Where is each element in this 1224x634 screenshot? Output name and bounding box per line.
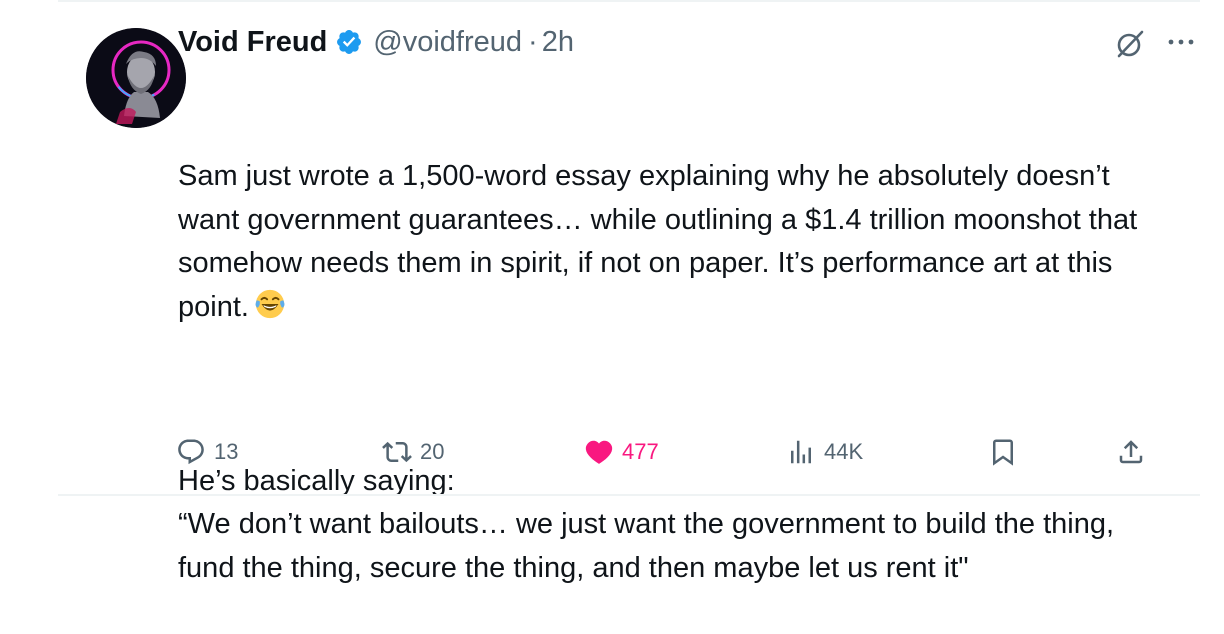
- avatar[interactable]: [86, 28, 186, 128]
- laughing-tears-emoji: [255, 289, 285, 318]
- header-separator: ·: [528, 25, 538, 58]
- repost-button[interactable]: 20: [382, 432, 444, 472]
- tweet-actions: 13 20 477 44K: [0, 432, 1224, 472]
- verified-badge-icon: [337, 30, 362, 54]
- share-button[interactable]: [1116, 432, 1146, 472]
- author-name[interactable]: Void Freud: [178, 26, 327, 59]
- bookmark-button[interactable]: [988, 432, 1018, 472]
- views-button[interactable]: 44K: [786, 432, 863, 472]
- reply-button[interactable]: 13: [176, 432, 238, 472]
- avatar-image: [86, 28, 186, 128]
- repost-count: 20: [420, 439, 445, 464]
- like-count: 477: [622, 439, 659, 464]
- reply-icon: [178, 439, 204, 465]
- like-heart-icon: [585, 440, 613, 464]
- grok-icon[interactable]: [1114, 28, 1146, 60]
- tweet-paragraph-1-text: Sam just wrote a 1,500-word essay explai…: [178, 160, 1146, 323]
- reply-count: 13: [214, 439, 239, 464]
- bottom-divider: [58, 494, 1200, 496]
- tweet-paragraph-2: He’s basically saying: “We don’t want ba…: [178, 464, 1115, 584]
- tweet-paragraph-1: Sam just wrote a 1,500-word essay explai…: [178, 155, 1178, 329]
- like-button[interactable]: 477: [584, 432, 659, 472]
- more-icon[interactable]: [1164, 30, 1198, 54]
- bookmark-icon: [993, 439, 1013, 466]
- tweet-text: Sam just wrote a 1,500-word essay explai…: [178, 68, 1178, 634]
- views-count: 44K: [824, 439, 864, 464]
- author-handle[interactable]: @voidfreud: [373, 26, 522, 59]
- views-icon: [791, 440, 811, 464]
- tweet-header: Void Freud @voidfreud · 2h: [178, 22, 574, 62]
- top-divider: [58, 0, 1200, 2]
- share-icon: [1119, 440, 1143, 464]
- tweet-timestamp[interactable]: 2h: [542, 26, 574, 59]
- repost-icon: [382, 441, 412, 463]
